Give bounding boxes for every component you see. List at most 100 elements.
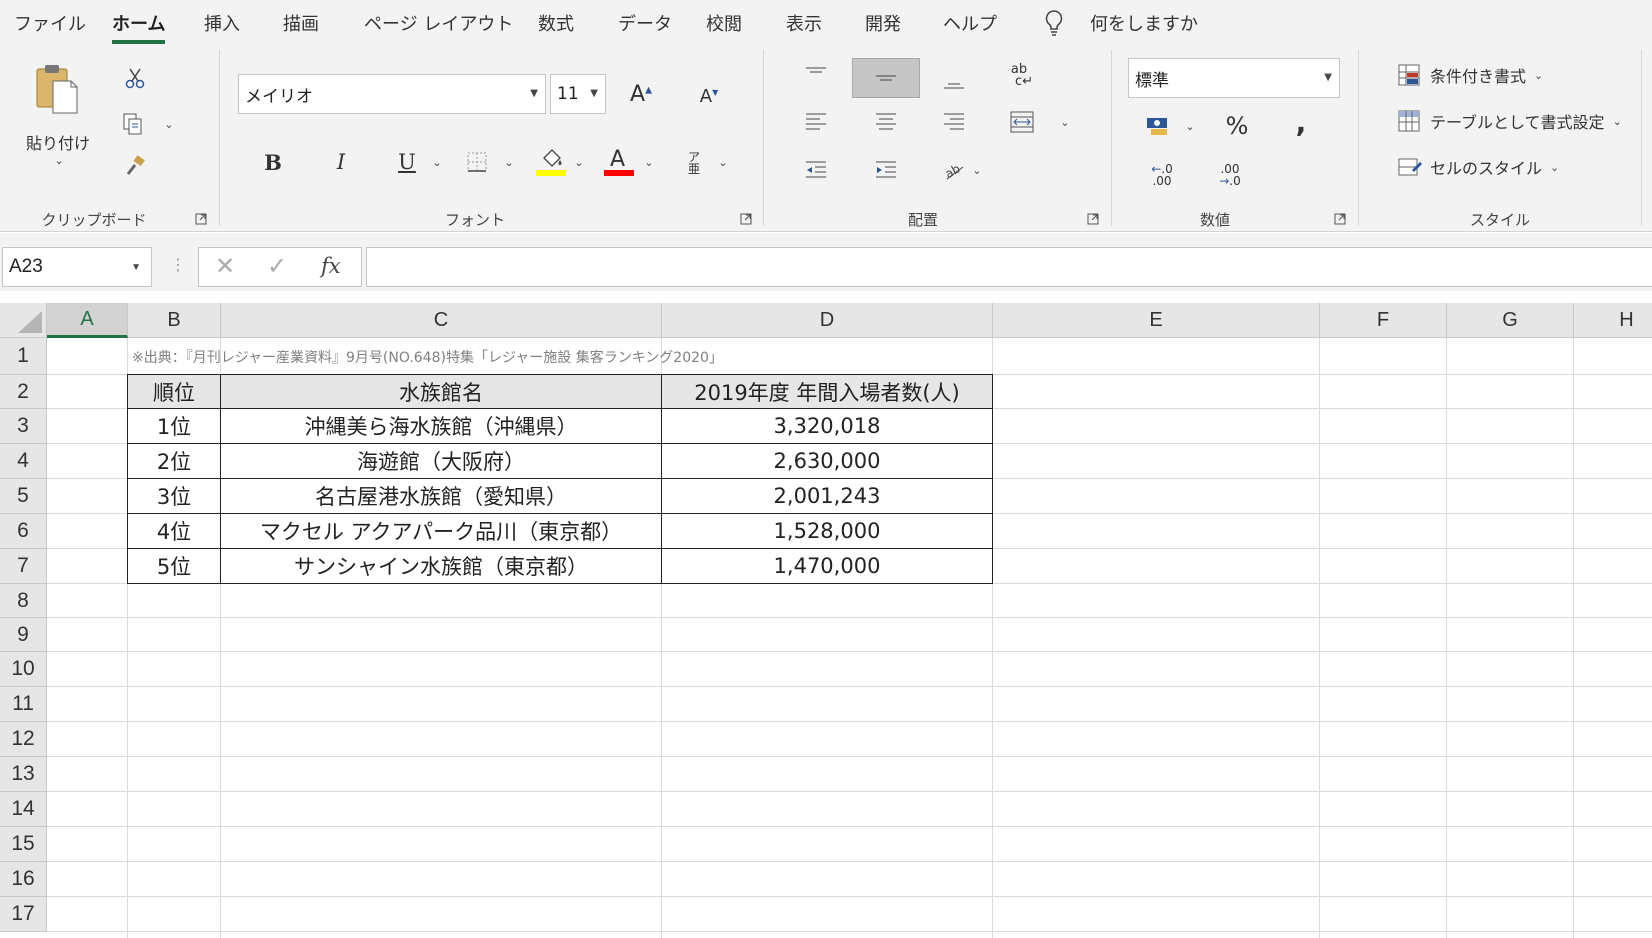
tab-data[interactable]: データ bbox=[618, 10, 672, 36]
tab-file[interactable]: ファイル bbox=[14, 10, 86, 36]
table-cell[interactable]: 1,528,000 bbox=[661, 513, 993, 549]
column-header-c[interactable]: C bbox=[221, 303, 662, 338]
paste-label[interactable]: 貼り付け bbox=[22, 130, 94, 154]
worksheet-grid[interactable]: ABCDEFGH 1 2 3 4 5 6 7 8 9 10 11 12 13 14 15 16 17 ※出典：『… bbox=[0, 303, 1652, 938]
table-cell[interactable]: 沖縄美ら海水族館（沖縄県） bbox=[220, 408, 662, 444]
fill-color-chevron-down-icon[interactable]: ⌄ bbox=[572, 152, 586, 172]
orientation-chevron-down-icon[interactable]: ⌄ bbox=[970, 160, 984, 180]
copy-button[interactable] bbox=[119, 110, 147, 138]
underline-button[interactable]: U bbox=[392, 146, 422, 178]
formula-bar-grip-icon[interactable]: ⋮ bbox=[170, 255, 186, 274]
name-box-dropdown-icon[interactable]: ▼ bbox=[131, 262, 141, 273]
row-header-12[interactable]: 12 bbox=[0, 722, 47, 757]
table-cell[interactable]: 3位 bbox=[127, 478, 221, 514]
table-header-cell[interactable]: 順位 bbox=[127, 374, 221, 409]
underline-chevron-down-icon[interactable]: ⌄ bbox=[430, 152, 444, 172]
comma-style-button[interactable]: , bbox=[1290, 106, 1312, 139]
column-header-a[interactable]: A bbox=[47, 303, 128, 338]
merge-chevron-down-icon[interactable]: ⌄ bbox=[1058, 112, 1072, 132]
column-header-d[interactable]: D bbox=[662, 303, 993, 338]
phonetic-chevron-down-icon[interactable]: ⌄ bbox=[716, 152, 730, 172]
fill-color-button[interactable] bbox=[536, 144, 566, 178]
cut-button[interactable] bbox=[121, 64, 149, 92]
decrease-font-size-button[interactable]: A▼ bbox=[694, 78, 724, 114]
font-size-combo[interactable]: 11 ▼ bbox=[550, 74, 606, 114]
align-bottom-button[interactable] bbox=[938, 68, 970, 96]
table-cell[interactable]: 5位 bbox=[127, 548, 221, 584]
row-header-17[interactable]: 17 bbox=[0, 897, 47, 932]
tab-view[interactable]: 表示 bbox=[786, 10, 822, 36]
table-header-cell[interactable]: 2019年度 年間入場者数(人) bbox=[661, 374, 993, 409]
paste-chevron-down-icon[interactable]: ⌄ bbox=[52, 154, 66, 167]
table-cell[interactable]: 名古屋港水族館（愛知県） bbox=[220, 478, 662, 514]
row-header-16[interactable]: 16 bbox=[0, 862, 47, 897]
align-top-button[interactable] bbox=[800, 60, 832, 88]
row-header-14[interactable]: 14 bbox=[0, 792, 47, 827]
insert-function-button[interactable]: fx bbox=[321, 254, 341, 278]
wrap-text-button[interactable]: ab c↵ bbox=[1006, 60, 1038, 92]
column-header-b[interactable]: B bbox=[128, 303, 221, 338]
table-cell[interactable]: 2,001,243 bbox=[661, 478, 993, 514]
align-left-button[interactable] bbox=[800, 108, 832, 136]
tab-help[interactable]: ヘルプ bbox=[943, 10, 997, 36]
table-cell[interactable]: 1位 bbox=[127, 408, 221, 444]
column-header-e[interactable]: E bbox=[993, 303, 1320, 338]
tab-draw[interactable]: 描画 bbox=[283, 10, 319, 36]
font-dialog-launcher-icon[interactable] bbox=[740, 213, 752, 225]
increase-decimal-button[interactable]: ←.0.00 bbox=[1146, 160, 1178, 190]
column-header-f[interactable]: F bbox=[1320, 303, 1447, 338]
font-name-combo[interactable]: メイリオ ▼ bbox=[238, 74, 546, 114]
tell-me-search[interactable]: 何をしますか bbox=[1090, 10, 1198, 36]
row-header-4[interactable]: 4 bbox=[0, 444, 47, 479]
table-cell[interactable]: 海遊館（大阪府） bbox=[220, 443, 662, 479]
copy-chevron-down-icon[interactable]: ⌄ bbox=[162, 114, 176, 134]
row-header-6[interactable]: 6 bbox=[0, 514, 47, 549]
cell-styles-button[interactable]: セルのスタイル ⌄ bbox=[1398, 152, 1559, 182]
row-header-1[interactable]: 1 bbox=[0, 338, 47, 375]
font-color-chevron-down-icon[interactable]: ⌄ bbox=[642, 152, 656, 172]
phonetic-button[interactable]: ア亜 bbox=[680, 146, 708, 180]
row-header-13[interactable]: 13 bbox=[0, 757, 47, 792]
row-header-5[interactable]: 5 bbox=[0, 479, 47, 514]
table-cell[interactable]: 3,320,018 bbox=[661, 408, 993, 444]
decrease-decimal-button[interactable]: .00 →.0 bbox=[1214, 160, 1246, 190]
table-cell[interactable]: 4位 bbox=[127, 513, 221, 549]
accounting-chevron-down-icon[interactable]: ⌄ bbox=[1183, 116, 1197, 136]
checkmark-icon[interactable]: ✓ bbox=[267, 252, 287, 280]
row-header-3[interactable]: 3 bbox=[0, 409, 47, 444]
tab-formulas[interactable]: 数式 bbox=[538, 10, 574, 36]
align-right-button[interactable] bbox=[938, 108, 970, 136]
row-header-11[interactable]: 11 bbox=[0, 687, 47, 722]
tab-page-layout[interactable]: ページ レイアウト bbox=[364, 10, 513, 36]
row-header-9[interactable]: 9 bbox=[0, 618, 47, 652]
row-header-8[interactable]: 8 bbox=[0, 584, 47, 618]
percent-style-button[interactable]: % bbox=[1222, 110, 1252, 142]
source-note[interactable]: ※出典：『月刊レジャー産業資料』9月号(NO.648)特集「レジャー施設 集客ラ… bbox=[132, 347, 723, 367]
merge-center-button[interactable] bbox=[1006, 108, 1038, 136]
alignment-dialog-launcher-icon[interactable] bbox=[1087, 213, 1099, 225]
accounting-format-button[interactable] bbox=[1144, 112, 1174, 140]
row-header-2[interactable]: 2 bbox=[0, 375, 47, 409]
align-center-button[interactable] bbox=[870, 108, 902, 136]
tab-home[interactable]: ホーム bbox=[112, 10, 166, 44]
italic-button[interactable]: I bbox=[326, 146, 356, 178]
table-cell[interactable]: 2,630,000 bbox=[661, 443, 993, 479]
row-header-7[interactable]: 7 bbox=[0, 549, 47, 584]
conditional-formatting-button[interactable]: 条件付き書式 ⌄ bbox=[1398, 60, 1543, 90]
column-header-g[interactable]: G bbox=[1447, 303, 1574, 338]
format-as-table-button[interactable]: テーブルとして書式設定 ⌄ bbox=[1398, 106, 1622, 136]
borders-chevron-down-icon[interactable]: ⌄ bbox=[502, 152, 516, 172]
font-size-dropdown-icon[interactable]: ▼ bbox=[590, 88, 598, 99]
number-dialog-launcher-icon[interactable] bbox=[1334, 213, 1346, 225]
column-header-h[interactable]: H bbox=[1574, 303, 1652, 338]
row-header-15[interactable]: 15 bbox=[0, 827, 47, 862]
increase-font-size-button[interactable]: A▲ bbox=[626, 76, 656, 112]
row-header-10[interactable]: 10 bbox=[0, 652, 47, 687]
table-header-cell[interactable]: 水族館名 bbox=[220, 374, 662, 409]
formula-input[interactable] bbox=[366, 247, 1652, 287]
name-box[interactable]: A23 ▼ bbox=[2, 247, 152, 287]
cancel-icon[interactable]: ✕ bbox=[215, 252, 235, 280]
table-cell[interactable]: サンシャイン水族館（東京都） bbox=[220, 548, 662, 584]
paste-button[interactable] bbox=[30, 58, 82, 120]
font-name-dropdown-icon[interactable]: ▼ bbox=[530, 88, 538, 99]
